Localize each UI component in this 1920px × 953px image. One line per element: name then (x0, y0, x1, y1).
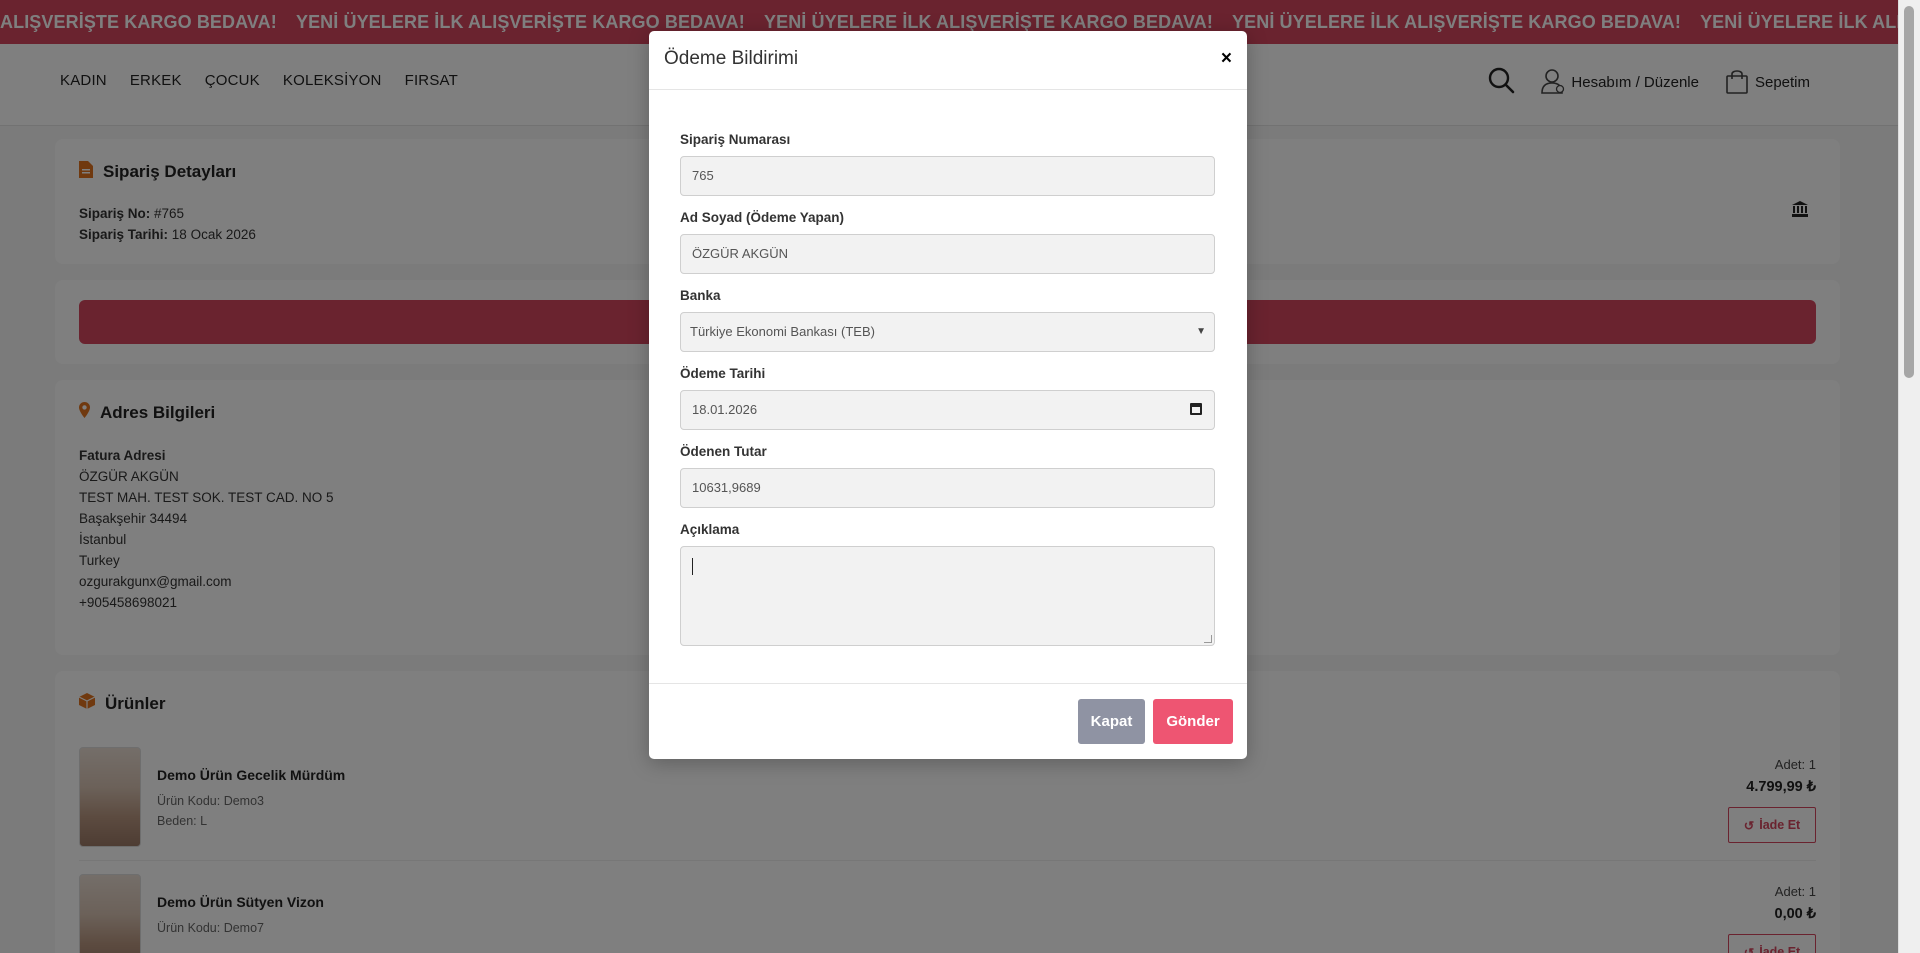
amount-field-label: Ödenen Tutar (680, 444, 767, 459)
order-no-input[interactable]: 765 (680, 156, 1215, 196)
page-scrollbar[interactable] (1898, 0, 1920, 953)
modal-footer: Kapat Gönder (649, 683, 1247, 759)
close-icon[interactable]: × (1221, 48, 1232, 70)
calendar-icon[interactable] (1190, 403, 1202, 415)
text-caret (692, 558, 693, 575)
payer-name-input[interactable]: ÖZGÜR AKGÜN (680, 234, 1215, 274)
paid-amount-input[interactable]: 10631,9689 (680, 468, 1215, 508)
close-button[interactable]: Kapat (1078, 699, 1145, 744)
chevron-down-icon: ▼ (1196, 326, 1206, 337)
scrollbar-thumb[interactable] (1904, 6, 1914, 378)
payment-date-input[interactable]: 18.01.2026 (680, 390, 1215, 430)
bank-select-value: Türkiye Ekonomi Bankası (TEB) (690, 324, 875, 339)
modal-title: Ödeme Bildirimi (664, 48, 799, 69)
description-field-label: Açıklama (680, 522, 740, 537)
payment-notification-modal: Ödeme Bildirimi × Sipariş Numarası 765 A… (649, 31, 1247, 759)
bank-field-label: Banka (680, 288, 721, 303)
bank-select[interactable]: Türkiye Ekonomi Bankası (TEB) ▼ (680, 312, 1215, 352)
payment-date-value: 18.01.2026 (692, 402, 758, 417)
modal-header: Ödeme Bildirimi × (649, 31, 1247, 90)
date-field-label: Ödeme Tarihi (680, 366, 766, 381)
name-field-label: Ad Soyad (Ödeme Yapan) (680, 210, 845, 225)
order-no-field-label: Sipariş Numarası (680, 132, 791, 147)
description-textarea[interactable] (680, 546, 1215, 646)
resize-handle[interactable] (1204, 635, 1212, 643)
send-button[interactable]: Gönder (1153, 699, 1233, 744)
